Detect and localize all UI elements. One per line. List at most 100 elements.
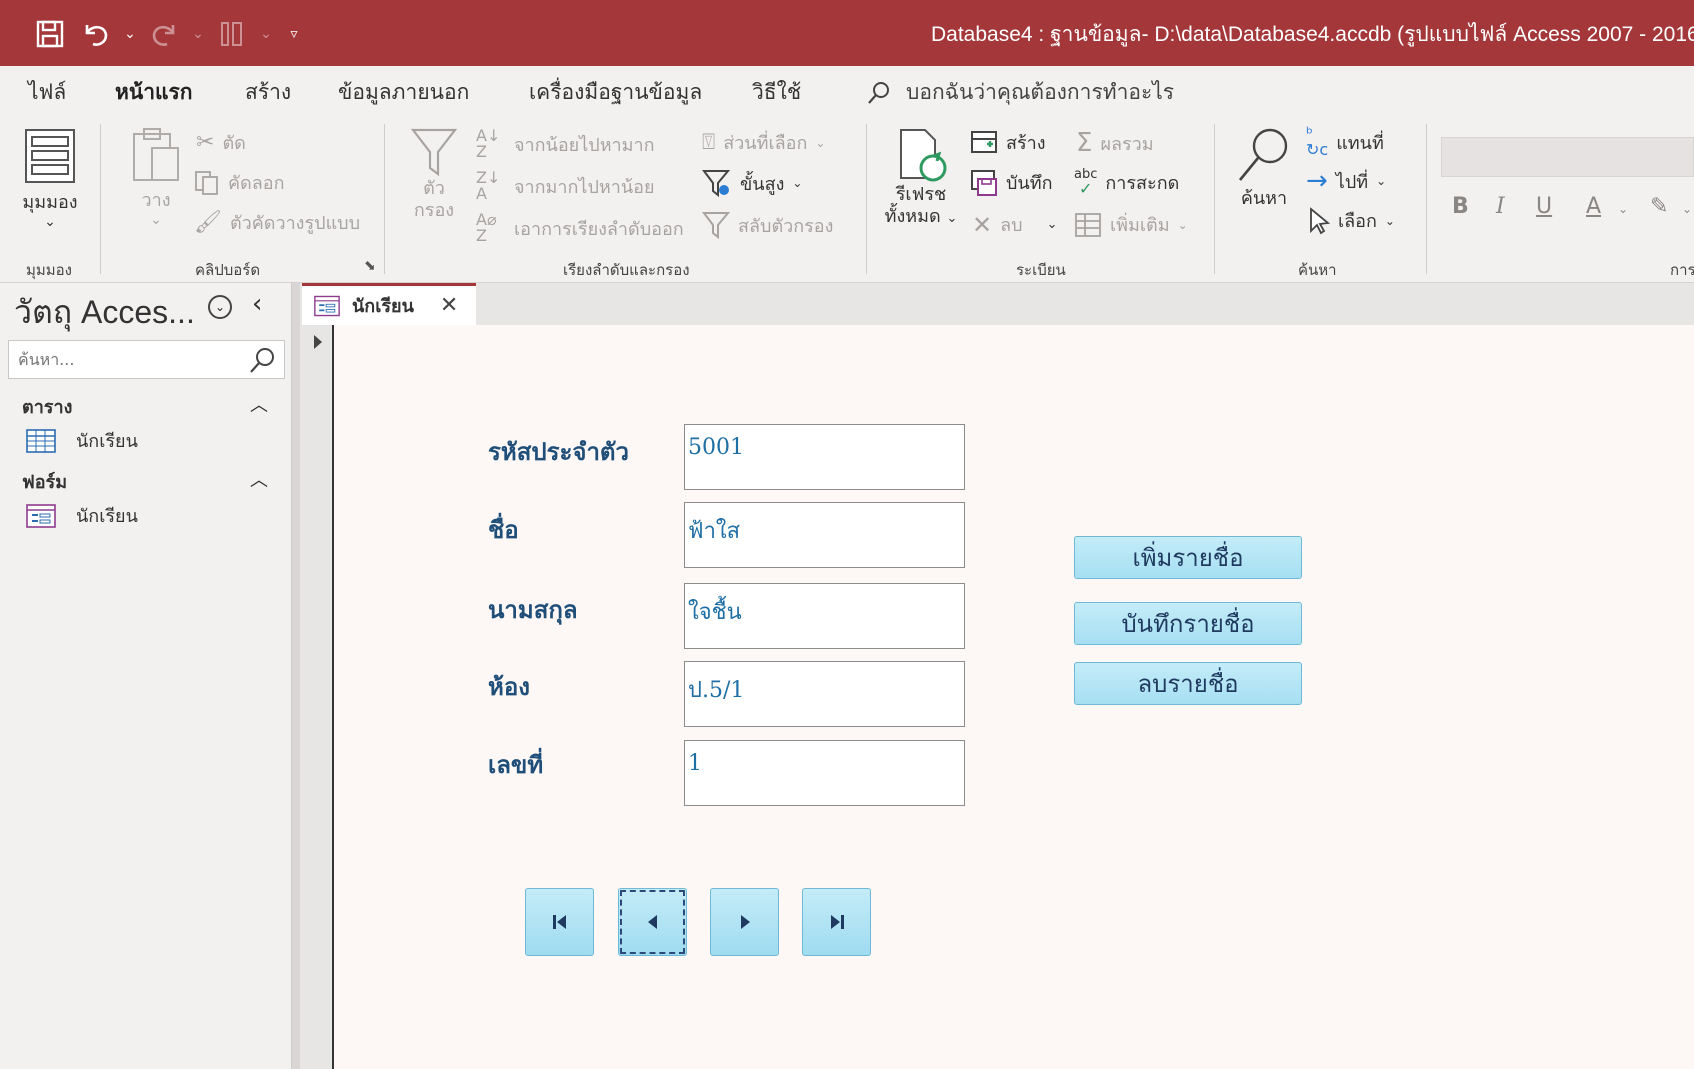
undo-dropdown-icon[interactable]: ⌄ [122, 26, 138, 42]
search-icon[interactable] [248, 346, 276, 374]
tab-help[interactable]: วิธีใช้ [752, 76, 801, 109]
goto-label: ไปที่ [1335, 171, 1369, 193]
select-button[interactable]: เลือก ⌄ [1308, 206, 1395, 235]
previous-record-button[interactable] [618, 888, 687, 956]
ribbon-separator [866, 124, 867, 274]
previous-record-icon [647, 915, 657, 929]
next-record-icon [740, 915, 750, 929]
nav-search-input[interactable] [9, 341, 229, 378]
nav-item-form-students[interactable]: นักเรียน [26, 501, 138, 530]
undo-icon[interactable] [76, 14, 116, 54]
ribbon-separator [1214, 124, 1215, 274]
advanced-dropdown-icon: ⌄ [792, 176, 803, 190]
redo-icon[interactable] [144, 14, 184, 54]
refresh-all-button[interactable]: รีเฟรช ทั้งหมด ⌄ [884, 126, 958, 227]
view-button[interactable]: มุมมอง ⌄ [22, 128, 78, 230]
italic-button[interactable]: I [1496, 194, 1505, 219]
dialog-launcher-icon[interactable]: ⬊ [364, 258, 376, 274]
nav-menu-dropdown-icon[interactable]: ⌄ [208, 295, 232, 319]
replace-button[interactable]: ᵇ ↻c แทนที่ [1306, 126, 1384, 158]
nav-item-label: นักเรียน [76, 506, 138, 527]
copy-label: คัดลอก [228, 173, 285, 194]
nav-pane-title[interactable]: วัตถุ Acces... [14, 287, 195, 338]
filter-button[interactable]: ตัว กรอง [408, 126, 460, 221]
more-label: เพิ่มเติม [1110, 215, 1170, 236]
add-student-button[interactable]: เพิ่มรายชื่อ [1074, 536, 1302, 579]
redo-dropdown-icon[interactable]: ⌄ [190, 26, 206, 42]
selection-button[interactable]: ⍔ ส่วนที่เลือก ⌄ [702, 128, 825, 157]
tell-me-box[interactable]: บอกฉันว่าคุณต้องการทำอะไร [866, 76, 1174, 109]
records-group-label: ระเบียน [1016, 261, 1066, 279]
goto-button[interactable]: → ไปที่ ⌄ [1306, 166, 1386, 196]
underline-button[interactable]: U [1536, 194, 1552, 219]
highlight-dropdown-icon[interactable]: ⌄ [1682, 202, 1692, 216]
chevron-up-icon[interactable]: ︿ [250, 391, 268, 417]
toggle-filter-label: สลับตัวกรอง [738, 215, 834, 237]
spelling-button[interactable]: abc ✓ การสะกด [1074, 168, 1179, 197]
sort-descending-button[interactable]: Z↓ A จากมากไปหาน้อย [476, 170, 655, 202]
save-student-button[interactable]: บันทึกรายชื่อ [1074, 602, 1302, 645]
selection-filter-icon: ⍔ [702, 130, 716, 155]
pane-splitter[interactable] [292, 283, 300, 1069]
remove-sort-button[interactable]: A⌀ Z เอาการเรียงลำดับออก [476, 212, 684, 244]
last-name-field[interactable]: ใจชื้น [684, 583, 965, 649]
sort-az-icon: A↓ Z [476, 126, 501, 161]
nav-section-forms[interactable]: ฟอร์ม [22, 467, 67, 496]
delete-record-button[interactable]: ✕ ลบ ⌄ [972, 210, 1057, 239]
ribbon-separator [384, 124, 385, 274]
advanced-filter-button[interactable]: ขั้นสูง ⌄ [702, 168, 802, 198]
tab-home[interactable]: หน้าแรก [115, 76, 193, 120]
record-selector[interactable] [300, 325, 334, 1069]
sort-ascending-button[interactable]: A↓ Z จากน้อยไปหามาก [476, 128, 655, 160]
close-icon[interactable]: ✕ [440, 293, 458, 318]
more-button[interactable]: เพิ่มเติม ⌄ [1074, 210, 1188, 239]
delete-student-button[interactable]: ลบรายชื่อ [1074, 662, 1302, 705]
next-record-button[interactable] [710, 888, 779, 956]
document-tab-students-form[interactable]: นักเรียน ✕ [302, 283, 476, 325]
totals-button[interactable]: Σ ผลรวม [1076, 128, 1154, 158]
paste-button[interactable]: วาง ⌄ [128, 126, 184, 228]
delete-record-label: ลบ [1000, 215, 1023, 236]
design-dropdown-icon[interactable]: ⌄ [258, 26, 274, 42]
design-tools-icon[interactable] [212, 14, 252, 54]
chevron-up-icon[interactable]: ︿ [250, 466, 268, 492]
sort-ascending-label: จากน้อยไปหามาก [514, 134, 655, 156]
ribbon-tabs: ไฟล์ หน้าแรก สร้าง ข้อมูลภายนอก เครื่องม… [0, 66, 1694, 120]
tab-file[interactable]: ไฟล์ [28, 76, 66, 109]
bold-button[interactable]: B [1452, 194, 1469, 219]
spelling-check-icon: abc ✓ [1074, 167, 1098, 198]
first-name-field[interactable]: ฟ้าใส [684, 502, 965, 568]
find-button[interactable]: ค้นหา [1234, 126, 1294, 210]
scissors-icon: ✂ [196, 130, 215, 155]
tab-database-tools[interactable]: เครื่องมือฐานข้อมูล [529, 76, 702, 109]
customize-qat-icon[interactable]: ▿ [280, 26, 308, 42]
toggle-filter-button[interactable]: สลับตัวกรอง [702, 210, 833, 240]
new-record-button[interactable]: สร้าง [970, 128, 1046, 157]
font-name-box[interactable] [1441, 137, 1694, 177]
tab-external-data[interactable]: ข้อมูลภายนอก [338, 76, 469, 109]
remove-sort-icon: A⌀ Z [476, 210, 497, 245]
nav-section-tables[interactable]: ตาราง [22, 392, 72, 421]
room-field[interactable]: ป.5/1 [684, 661, 965, 727]
cut-button[interactable]: ✂ ตัด [196, 128, 246, 157]
font-color-button[interactable]: A [1586, 194, 1601, 219]
highlight-icon[interactable]: ✎ [1650, 194, 1668, 219]
sigma-icon: Σ [1076, 128, 1093, 158]
selection-label: ส่วนที่เลือก [723, 133, 808, 154]
save-icon[interactable] [30, 14, 70, 54]
tab-create[interactable]: สร้าง [245, 76, 291, 109]
student-id-field[interactable]: 5001 [684, 424, 965, 490]
font-color-dropdown-icon[interactable]: ⌄ [1618, 202, 1628, 216]
copy-button[interactable]: คัดลอก [194, 168, 284, 197]
format-painter-button[interactable]: 🖌 ตัวคัดวางรูปแบบ [194, 208, 360, 237]
save-record-button[interactable]: บันทึก [970, 168, 1053, 197]
navigation-pane: วัตถุ Acces... ⌄ ‹ ตาราง ︿ นักเรียน ฟอร์… [0, 283, 292, 1069]
more-dropdown-icon: ⌄ [1177, 217, 1188, 232]
view-label: มุมมอง [22, 192, 78, 213]
last-record-button[interactable] [802, 888, 871, 956]
paste-icon [133, 128, 179, 181]
collapse-pane-icon[interactable]: ‹ [252, 289, 262, 319]
number-field[interactable]: 1 [684, 740, 965, 806]
first-record-button[interactable] [525, 888, 594, 956]
nav-item-table-students[interactable]: นักเรียน [26, 426, 138, 455]
